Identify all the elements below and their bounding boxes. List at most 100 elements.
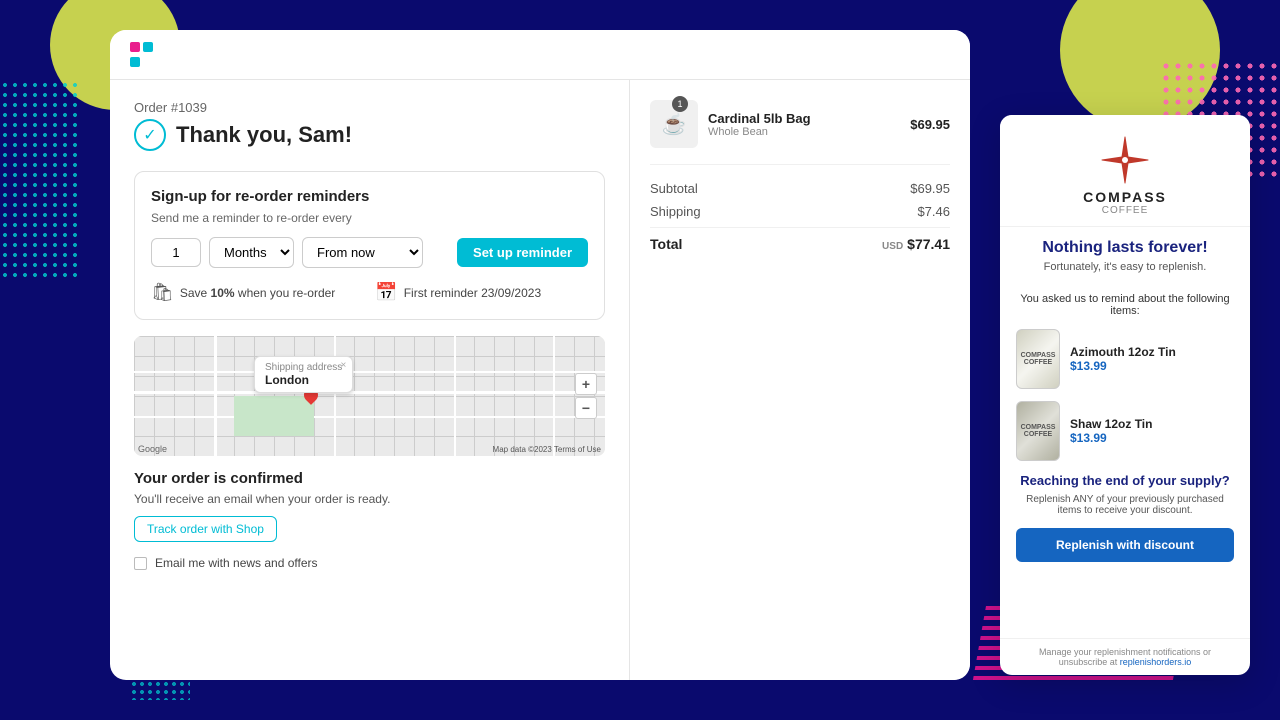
save-pct: 10% — [211, 286, 235, 300]
right-panel: 1 ☕ Cardinal 5lb Bag Whole Bean $69.95 S… — [630, 80, 970, 680]
reminder-box: Sign-up for re-order reminders Send me a… — [134, 171, 605, 320]
map-tooltip-label: Shipping address — [265, 362, 342, 373]
email-footer: Manage your replenishment notifications … — [1000, 638, 1250, 675]
main-card: Order #1039 ✓ Thank you, Sam! Sign-up fo… — [110, 30, 970, 680]
reminder-subtitle: Send me a reminder to re-order every — [151, 211, 588, 225]
email-footer-link[interactable]: replenishorders.io — [1120, 657, 1192, 667]
check-icon: ✓ — [134, 119, 166, 151]
email-opt-in-row: Email me with news and offers — [134, 556, 605, 570]
shipping-value: $7.46 — [917, 204, 950, 219]
map-background: × Shipping address London + − Google Map… — [134, 336, 605, 456]
subtotal-label: Subtotal — [650, 181, 698, 196]
email-replenish-body: Replenish ANY of your previously purchas… — [1016, 494, 1234, 516]
calendar-icon: 📅 — [375, 282, 397, 303]
product-info-2: Shaw 12oz Tin $13.99 — [1070, 417, 1234, 445]
item-image-wrapper: 1 ☕ — [650, 100, 698, 148]
bg-decoration-dots-left — [0, 80, 80, 280]
order-confirmed-title: Your order is confirmed — [134, 470, 605, 487]
coffee-bag-icon: ☕ — [662, 112, 687, 137]
map-road — [553, 336, 555, 456]
reminder-title: Sign-up for re-order reminders — [151, 188, 588, 205]
map-grid — [134, 336, 605, 456]
total-value: USD $77.41 — [882, 236, 950, 252]
product-name-1: Azimouth 12oz Tin — [1070, 345, 1234, 359]
product-name-2: Shaw 12oz Tin — [1070, 417, 1234, 431]
thank-you-heading: Thank you, Sam! — [176, 122, 352, 148]
item-price: $69.95 — [910, 117, 950, 132]
total-row: Total USD $77.41 — [650, 227, 950, 252]
map-google-label: Google — [138, 444, 167, 454]
email-reaching-title: Reaching the end of your supply? — [1016, 473, 1234, 488]
map-container: × Shipping address London + − Google Map… — [134, 336, 605, 456]
map-close-icon[interactable]: × — [340, 360, 346, 371]
save-suffix: when you re-order — [235, 286, 336, 300]
email-opt-in-checkbox[interactable] — [134, 557, 147, 570]
subtotal-value: $69.95 — [910, 181, 950, 196]
email-product-2: COMPASS COFFEE Shaw 12oz Tin $13.99 — [1016, 401, 1234, 461]
total-amount: $77.41 — [907, 236, 950, 252]
save-text: Save 10% when you re-order — [180, 286, 335, 300]
map-road — [214, 336, 217, 456]
map-road — [454, 336, 456, 456]
shop-bag-icon: 🛍 — [151, 282, 174, 303]
shop-content: Order #1039 ✓ Thank you, Sam! Sign-up fo… — [110, 80, 970, 680]
order-item-row: 1 ☕ Cardinal 5lb Bag Whole Bean $69.95 — [650, 100, 950, 165]
item-name: Cardinal 5lb Bag — [708, 111, 900, 126]
total-currency: USD — [882, 241, 903, 252]
map-attribution: Map data ©2023 Terms of Use — [493, 445, 601, 454]
email-panel: COMPASS COFFEE Nothing lasts forever! Fo… — [1000, 115, 1250, 675]
item-variant: Whole Bean — [708, 126, 900, 138]
email-opt-in-label: Email me with news and offers — [155, 556, 318, 570]
product-price-2: $13.99 — [1070, 431, 1234, 445]
email-tagline: Nothing lasts forever! — [1016, 239, 1234, 257]
map-tooltip-value: London — [265, 373, 342, 387]
product-can-1: COMPASS COFFEE — [1016, 329, 1060, 389]
product-can-2: COMPASS COFFEE — [1016, 401, 1060, 461]
shipping-row: Shipping $7.46 — [650, 204, 950, 219]
map-road — [334, 336, 336, 456]
logo-dot-3 — [130, 57, 140, 67]
first-reminder-info: 📅 First reminder 23/09/2023 — [375, 282, 541, 303]
map-zoom-controls: + − — [575, 373, 597, 419]
email-product-1: COMPASS COFFEE Azimouth 12oz Tin $13.99 — [1016, 329, 1234, 389]
map-road — [134, 416, 605, 418]
compass-sub: COFFEE — [1016, 205, 1234, 216]
shop-header — [110, 30, 970, 80]
map-zoom-out-button[interactable]: − — [575, 397, 597, 419]
email-remind-text: You asked us to remind about the followi… — [1016, 293, 1234, 317]
reminder-timing-select[interactable]: From now From delivery — [302, 237, 423, 268]
track-order-button[interactable]: Track order with Shop — [134, 516, 277, 542]
shipping-label: Shipping — [650, 204, 701, 219]
map-park — [234, 396, 314, 436]
product-info-1: Azimouth 12oz Tin $13.99 — [1070, 345, 1234, 373]
map-zoom-in-button[interactable]: + — [575, 373, 597, 395]
logo-dot-1 — [130, 42, 140, 52]
total-label: Total — [650, 236, 682, 252]
map-road — [134, 391, 605, 394]
product-price-1: $13.99 — [1070, 359, 1234, 373]
reminder-controls: Months Weeks Days From now From delivery… — [151, 237, 588, 268]
logo-dot-2 — [143, 42, 153, 52]
email-header: COMPASS COFFEE — [1000, 115, 1250, 227]
shop-logo — [130, 42, 154, 67]
first-reminder-text: First reminder 23/09/2023 — [404, 286, 541, 300]
reminder-qty-input[interactable] — [151, 238, 201, 267]
left-panel: Order #1039 ✓ Thank you, Sam! Sign-up fo… — [110, 80, 630, 680]
compass-star-icon — [1100, 135, 1150, 185]
reminder-info: 🛍 Save 10% when you re-order 📅 First rem… — [151, 282, 588, 303]
email-body: You asked us to remind about the followi… — [1000, 283, 1250, 638]
item-quantity-badge: 1 — [672, 96, 688, 112]
product-can-label-1: COMPASS COFFEE — [1021, 352, 1056, 366]
order-number: Order #1039 — [134, 100, 605, 115]
replenish-button[interactable]: Replenish with discount — [1016, 528, 1234, 562]
subtotal-row: Subtotal $69.95 — [650, 181, 950, 196]
compass-brand: COMPASS — [1016, 189, 1234, 205]
map-road — [134, 371, 605, 373]
email-subtitle: Fortunately, it's easy to replenish. — [1016, 261, 1234, 273]
map-tooltip: × Shipping address London — [254, 356, 353, 393]
set-reminder-button[interactable]: Set up reminder — [457, 238, 588, 267]
item-details: Cardinal 5lb Bag Whole Bean — [708, 111, 900, 138]
reminder-period-select[interactable]: Months Weeks Days — [209, 237, 294, 268]
save-info: 🛍 Save 10% when you re-order — [151, 282, 335, 303]
order-confirmed-text: You'll receive an email when your order … — [134, 492, 605, 506]
